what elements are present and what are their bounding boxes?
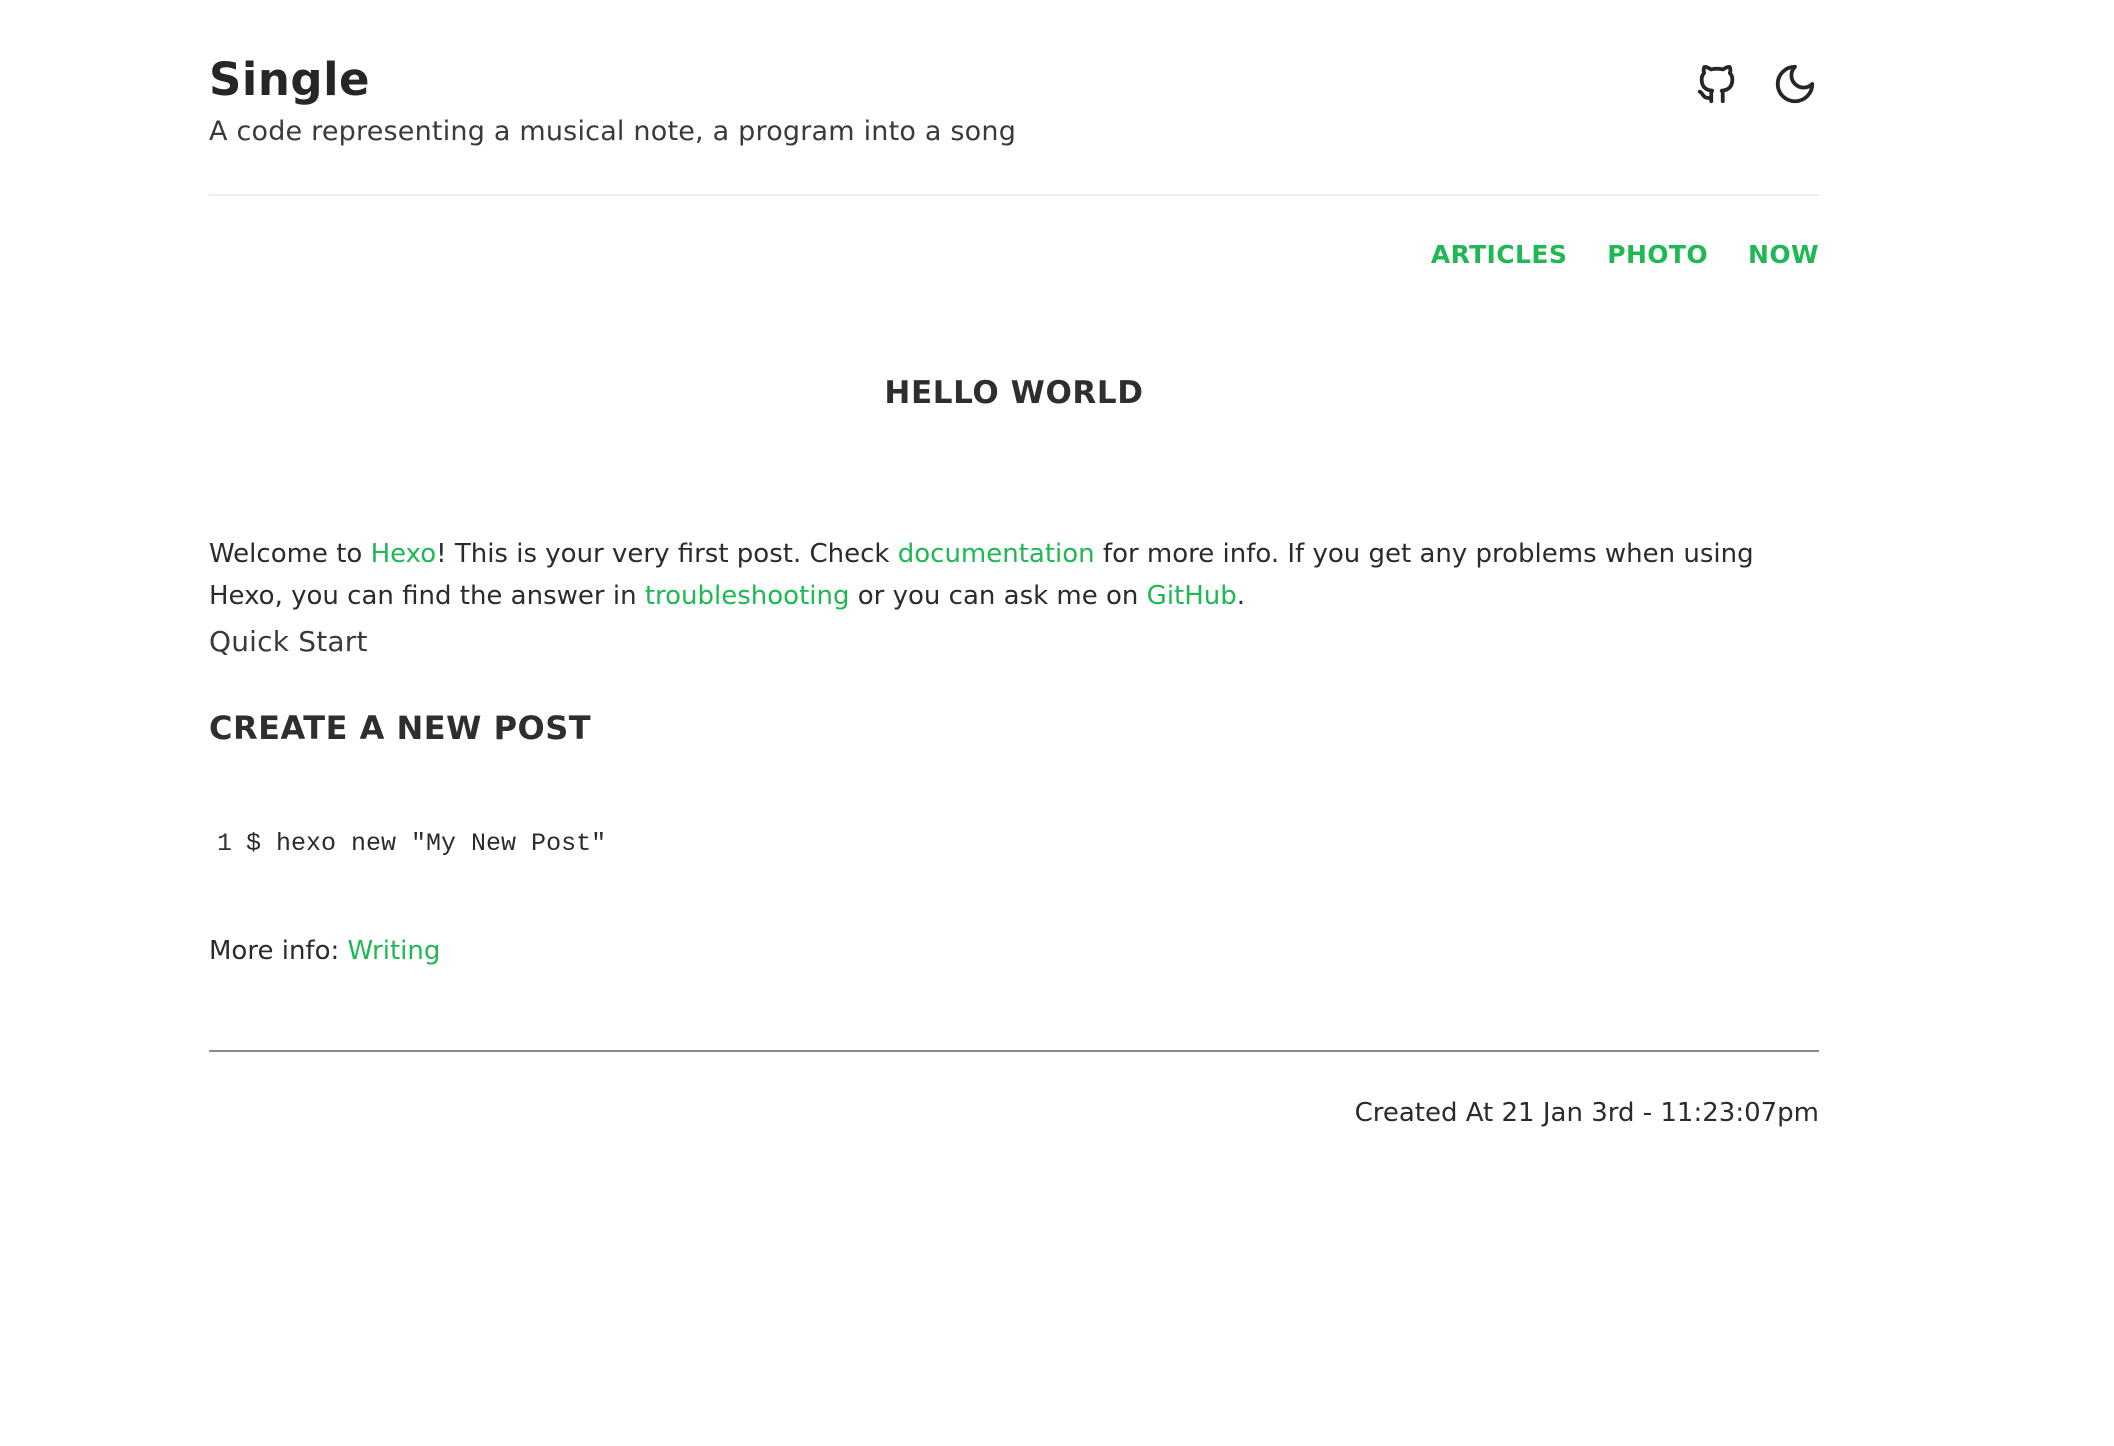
quick-start-label: Quick Start: [209, 625, 368, 658]
documentation-link[interactable]: documentation: [898, 539, 1095, 569]
moon-icon: [1775, 64, 1815, 104]
site-header: Single A code representing a musical not…: [209, 0, 1819, 196]
theme-toggle-button[interactable]: [1771, 56, 1819, 112]
more-info: More info: Writing: [209, 931, 440, 971]
code-line-number: 1: [217, 829, 233, 858]
site-title[interactable]: Single: [209, 52, 370, 108]
header-icons: [1693, 56, 1819, 112]
site-subtitle: A code representing a musical note, a pr…: [209, 116, 1017, 147]
github-link[interactable]: [1693, 56, 1741, 112]
post-title: HELLO WORLD: [884, 375, 1144, 411]
intro-paragraph: Welcome to Hexo! This is your very first…: [209, 533, 1819, 617]
post-divider: [209, 1050, 1819, 1052]
section-heading: CREATE A NEW POST: [209, 709, 592, 747]
code-text: $ hexo new "My New Post": [246, 829, 607, 858]
nav-item-now[interactable]: NOW: [1748, 239, 1819, 271]
intro-text-4: or you can ask me on: [849, 581, 1147, 611]
writing-link[interactable]: Writing: [348, 936, 441, 966]
more-info-label: More info:: [209, 936, 348, 966]
github-icon: [1697, 64, 1735, 104]
intro-text-2: ! This is your very first post. Check: [436, 539, 898, 569]
page-container: Single A code representing a musical not…: [209, 0, 1819, 1128]
github-text-link[interactable]: GitHub: [1147, 581, 1237, 611]
post-created-at: Created At 21 Jan 3rd - 11:23:07pm: [1354, 1098, 1819, 1128]
nav-item-photo[interactable]: PHOTO: [1607, 239, 1708, 271]
intro-text-5: .: [1236, 581, 1246, 611]
code-block: 1 $ hexo new "My New Post": [209, 824, 606, 864]
troubleshooting-link[interactable]: troubleshooting: [645, 581, 850, 611]
main-nav: ARTICLES PHOTO NOW: [1431, 239, 1819, 271]
post-body: Welcome to Hexo! This is your very first…: [209, 533, 1819, 617]
intro-text-1: Welcome to: [209, 539, 371, 569]
hexo-link[interactable]: Hexo: [371, 539, 437, 569]
nav-item-articles[interactable]: ARTICLES: [1431, 239, 1567, 271]
